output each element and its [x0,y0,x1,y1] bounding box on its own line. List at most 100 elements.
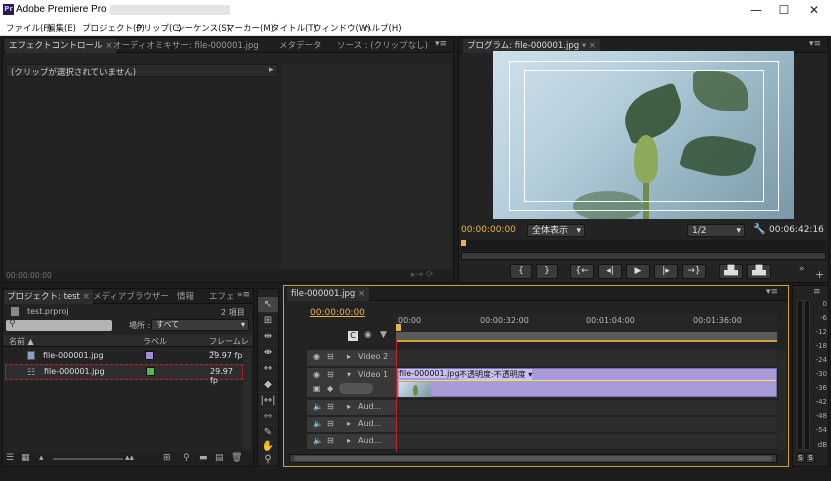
resolution-dropdown[interactable]: 1/2 ▾ [687,224,745,237]
speaker-icon[interactable]: 🔈 [313,419,323,428]
tab-source[interactable]: ソース : (クリップなし) [337,39,428,53]
expand-arrow-icon[interactable]: ▸ [269,65,274,75]
list-view-icon[interactable]: ☰ [6,453,14,463]
program-scrub-bar[interactable] [461,240,826,251]
step-forward-button[interactable]: |▸ [654,264,678,279]
marker-icon[interactable]: ◉ [364,330,372,340]
panel-menu-icon[interactable]: ▾≡ [766,287,778,297]
list-item[interactable]: ☷ file-000001.jpg 29.97 fp [5,364,243,385]
menu-title[interactable]: タイトル(T) [271,22,317,34]
lock-icon[interactable]: ⊟ [327,436,334,445]
lock-icon[interactable]: ⊟ [327,370,334,379]
add-marker-icon[interactable]: ▼ [380,330,387,340]
tab-info[interactable]: 情報 [177,290,194,304]
tab-audio-mixer[interactable]: オーディオミキサー: file-000001.jpg [113,39,259,53]
tab-sequence[interactable]: file-000001.jpg × [287,287,370,301]
display-style-icon[interactable]: ▣ [313,384,321,393]
keyframe-icon[interactable]: ◆ [327,384,333,393]
solo-right-button[interactable]: S [806,453,815,463]
menu-window[interactable]: ウィンドウ(W) [313,22,371,34]
column-name[interactable]: 名前 ▲ [9,336,34,347]
project-scrollbar[interactable] [243,349,251,449]
opacity-line[interactable] [398,380,776,381]
slip-tool-icon[interactable]: |↔| [258,393,278,409]
new-bin-icon[interactable]: ▬ [199,453,208,463]
selection-tool-icon[interactable]: ↖ [258,297,278,313]
audio-track-1[interactable] [397,400,777,416]
zoom-in-icon[interactable]: ▴▴ [125,453,134,463]
zoom-out-icon[interactable]: ▴ [39,453,44,463]
playhead-marker-icon[interactable] [396,324,401,331]
panel-menu-icon[interactable]: »≡ [237,290,250,300]
ripple-edit-tool-icon[interactable]: ⇹ [258,329,278,345]
expand-arrow-icon[interactable]: ▸ [347,352,351,361]
trash-icon[interactable]: 🗑 [231,453,242,463]
clip-effect-dropdown[interactable]: 不透明度:不透明度 ▾ [459,369,533,380]
extract-button[interactable]: ▟▙ [747,264,771,279]
track-select-tool-icon[interactable]: ⊞ [258,313,278,329]
snap-icon[interactable]: C [348,331,358,341]
zoom-tool-icon[interactable]: ⚲ [258,452,278,468]
keyframe-nav[interactable] [339,383,373,394]
tab-metadata[interactable]: メタデータ [279,39,322,53]
label-swatch[interactable] [145,351,154,360]
expand-arrow-icon[interactable]: ▸ [347,436,351,445]
zoom-slider[interactable] [53,458,123,460]
audio-track-3[interactable] [397,434,777,450]
step-back-button[interactable]: ◂| [598,264,622,279]
menu-sequence[interactable]: シーケンス(S) [176,22,230,34]
panel-menu-icon[interactable]: ▾≡ [435,39,447,49]
menu-file[interactable]: ファイル(F) [6,22,52,34]
column-label-header[interactable]: ラベル [143,336,167,347]
go-to-in-button[interactable]: {← [570,264,594,279]
audio-track-2[interactable] [397,417,777,433]
footer-controls-icon[interactable]: ▸⇥ ⟳ [411,270,433,280]
lift-button[interactable]: ▟▙ [719,264,743,279]
search-input[interactable]: ⚲ [6,319,112,331]
timeline-vertical-scrollbar[interactable] [778,350,786,450]
lock-icon[interactable]: ⊟ [327,402,334,411]
rolling-edit-tool-icon[interactable]: ⇼ [258,345,278,361]
timeline-timecode[interactable]: 00:00:00:00 [310,308,365,318]
panel-menu-icon[interactable]: ≡ [813,287,821,297]
timeline-scrollbar[interactable] [289,454,777,463]
speaker-icon[interactable]: 🔈 [313,402,323,411]
tab-media-browser[interactable]: メディアブラウザー [93,290,169,304]
minimize-icon[interactable]: — [742,0,770,20]
collapse-arrow-icon[interactable]: ▾ [347,370,351,379]
close-icon[interactable]: ✕ [800,0,828,20]
video-clip[interactable]: file-000001.jpg 不透明度:不透明度 ▾ [397,368,777,397]
mark-in-button[interactable]: { [510,264,532,279]
program-timecode[interactable]: 00:00:00:00 [461,225,516,235]
tab-effects[interactable]: エフェ [209,290,235,304]
eye-icon[interactable]: ◉ [313,352,320,361]
slide-tool-icon[interactable]: ⇿ [258,409,278,425]
more-icon[interactable]: » [799,264,805,274]
playhead-marker-icon[interactable] [461,240,466,246]
add-button-icon[interactable]: + [815,268,824,281]
location-dropdown[interactable]: すべて ▾ [151,319,249,331]
lock-icon[interactable]: ⊟ [327,352,334,361]
time-ruler[interactable]: 00:00 00:00:32:00 00:01:04:00 00:01:36:0… [396,314,777,342]
menu-edit[interactable]: 編集(E) [47,22,76,34]
list-item[interactable]: file-000001.jpg 29.97 fps [3,348,253,364]
program-zoom-bar[interactable] [461,252,826,260]
label-swatch[interactable] [146,367,155,376]
razor-tool-icon[interactable]: ◆ [258,377,278,393]
solo-left-button[interactable]: S [796,453,805,463]
go-to-out-button[interactable]: →} [682,264,706,279]
eye-icon[interactable]: ◉ [313,370,320,379]
expand-arrow-icon[interactable]: ▸ [347,402,351,411]
fit-dropdown[interactable]: 全体表示 ▾ [527,224,585,237]
panel-menu-icon[interactable]: ▾≡ [809,39,821,49]
wrench-icon[interactable]: 🔧 [753,224,765,235]
play-button[interactable]: ▶ [626,264,650,279]
menu-help[interactable]: ヘルプ(H) [363,22,402,34]
find-icon[interactable]: ⚲ [183,453,190,463]
automate-icon[interactable]: ⊞ [163,453,171,463]
speaker-icon[interactable]: 🔈 [313,436,323,445]
menu-clip[interactable]: クリップ(C) [135,22,182,34]
menu-marker[interactable]: マーカー(M) [226,22,274,34]
rate-stretch-tool-icon[interactable]: ↔ [258,361,278,377]
work-area-bar[interactable] [396,332,777,342]
